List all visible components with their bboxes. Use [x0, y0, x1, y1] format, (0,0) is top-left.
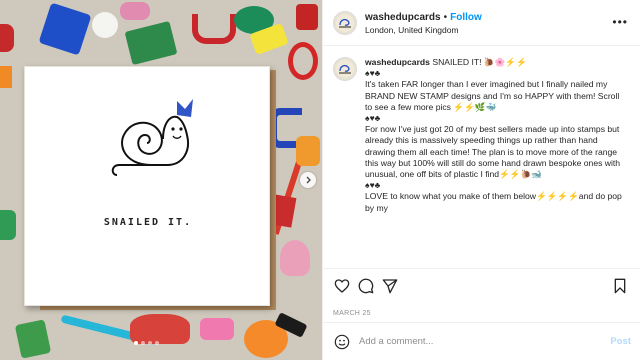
- caption-line-1: ♠♥♣: [365, 68, 381, 79]
- header-separator: •: [443, 11, 448, 23]
- card-caption-text: SNAILED IT.: [103, 217, 193, 228]
- post-side-panel: washedupcards • Follow London, United King…: [322, 0, 640, 360]
- plastic-piece-red-top: [296, 4, 318, 30]
- caption-line-5: ♠♥♣: [365, 180, 381, 191]
- caption-line-3: ♠♥♣: [365, 113, 381, 124]
- plastic-piece-left-orange: [0, 66, 12, 88]
- plastic-piece-left-green: [0, 210, 16, 240]
- post-comment-button[interactable]: Post: [610, 336, 631, 347]
- carousel-indicator: [134, 341, 159, 345]
- plastic-piece-bottom-pink: [200, 318, 234, 340]
- plastic-piece-red-ring: [288, 42, 318, 80]
- chevron-right-icon: [306, 176, 311, 184]
- carousel-dot: [134, 341, 138, 345]
- caption-line-2: It's taken FAR longer than I ever imagin…: [365, 79, 622, 112]
- post-header: washedupcards • Follow London, United King…: [323, 0, 640, 46]
- post-date[interactable]: MARCH 25: [333, 310, 371, 317]
- caption-line: washedupcards SNAILED IT! 🐌🌸⚡⚡: [365, 57, 627, 68]
- profile-logo-icon: [336, 13, 354, 32]
- plastic-piece-left-red: [0, 24, 14, 52]
- smiley-icon: [334, 334, 350, 349]
- plastic-piece-bottom-red: [130, 314, 190, 344]
- plastic-piece-red-hook: [192, 14, 236, 44]
- caption-avatar[interactable]: [333, 57, 357, 81]
- share-button[interactable]: [379, 275, 401, 297]
- caption-text: washedupcards SNAILED IT! 🐌🌸⚡⚡ ♠♥♣ It's …: [365, 57, 627, 266]
- plastic-piece-right-orange: [296, 136, 320, 166]
- comment-input[interactable]: [359, 336, 611, 347]
- caption-line-0: SNAILED IT! 🐌🌸⚡⚡: [432, 57, 527, 67]
- caption-line-6: LOVE to know what you make of them below…: [365, 191, 625, 213]
- instagram-post-modal: SNAILED IT. washedupcards • Follow Londo…: [0, 0, 640, 360]
- plastic-piece-green-slab: [124, 20, 178, 66]
- avatar[interactable]: [333, 10, 357, 35]
- plastic-piece-pink: [120, 2, 150, 20]
- header-text: washedupcards • Follow London, United King…: [365, 9, 482, 37]
- location-link[interactable]: London, United Kingdom: [365, 24, 482, 37]
- header-username[interactable]: washedupcards: [365, 12, 441, 23]
- share-icon: [382, 278, 398, 293]
- emoji-button[interactable]: [333, 333, 351, 351]
- snail-illustration: [111, 99, 193, 176]
- caption-scroll-area[interactable]: washedupcards SNAILED IT! 🐌🌸⚡⚡ ♠♥♣ It's …: [323, 47, 640, 266]
- comment-bar: Post: [323, 322, 640, 360]
- save-button[interactable]: [609, 275, 631, 297]
- post-image[interactable]: SNAILED IT.: [0, 0, 322, 360]
- caption-username[interactable]: washedupcards: [365, 57, 430, 67]
- plastic-piece-right-pink: [280, 240, 310, 276]
- plastic-piece-bottom-green: [14, 319, 52, 359]
- comment-icon: [358, 278, 374, 293]
- plastic-piece-white-ball: [92, 12, 118, 38]
- carousel-dot: [148, 341, 152, 345]
- action-bar: [323, 268, 640, 302]
- like-button[interactable]: [331, 275, 353, 297]
- carousel-dot: [155, 341, 159, 345]
- carousel-dot: [141, 341, 145, 345]
- caption-line-4: For now I've just got 20 of my best sell…: [365, 124, 623, 180]
- next-image-button[interactable]: [300, 172, 316, 188]
- more-options-button[interactable]: •••: [612, 15, 628, 29]
- bookmark-icon: [614, 278, 626, 293]
- comment-button[interactable]: [355, 275, 377, 297]
- follow-button[interactable]: Follow: [450, 12, 482, 23]
- profile-logo-icon: [336, 60, 354, 78]
- plastic-piece-blue-cube: [38, 2, 92, 56]
- greeting-card: SNAILED IT.: [24, 66, 270, 306]
- heart-icon: [334, 278, 350, 293]
